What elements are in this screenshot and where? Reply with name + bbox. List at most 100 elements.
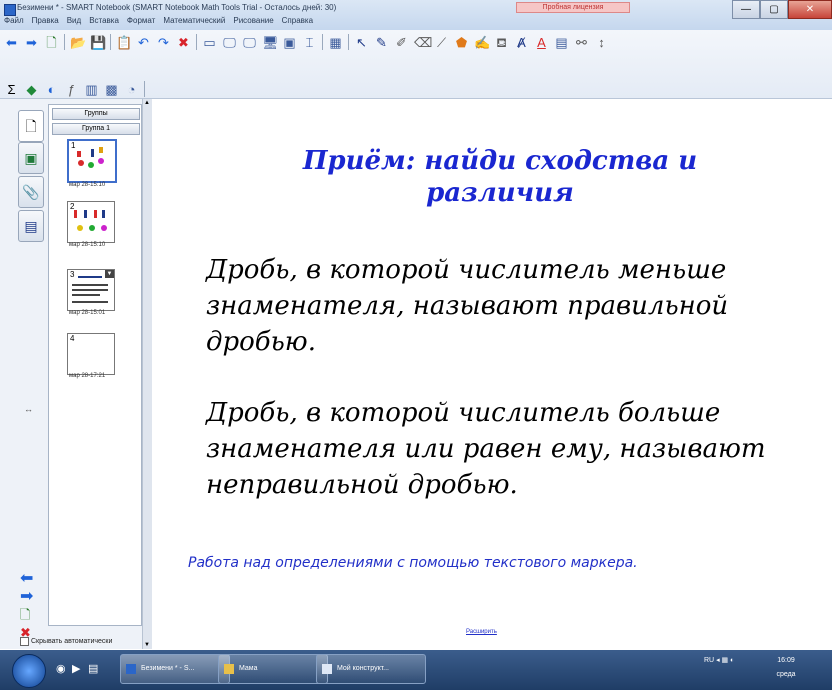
toolbar-separator	[322, 34, 323, 50]
magic-pen-icon[interactable]: ✍	[474, 35, 490, 50]
forward-arrow-icon[interactable]: ➡	[24, 35, 39, 50]
scroll-down-icon[interactable]: ▼	[144, 642, 150, 648]
menu-math[interactable]: Математический	[163, 16, 225, 28]
shapes-icon[interactable]: ⬟	[454, 35, 469, 50]
fill-icon[interactable]: ⛾	[494, 35, 509, 50]
back-arrow-icon[interactable]: ⬅	[4, 35, 19, 50]
creative-pen-icon[interactable]: ✐	[394, 35, 409, 50]
expand-link[interactable]: Расширить	[466, 629, 497, 635]
undo-icon[interactable]: ↶	[136, 35, 151, 50]
page-sorter-tab[interactable]: 🗋	[18, 110, 44, 142]
add-page-icon[interactable]: 🗋	[44, 35, 59, 50]
smart-notebook-icon	[126, 664, 136, 674]
eraser-icon[interactable]: ⌫	[414, 35, 432, 50]
language-indicator[interactable]: RU	[704, 657, 714, 664]
autohide-checkbox[interactable]: Скрывать автоматически	[20, 637, 112, 646]
trial-banner[interactable]: Пробная лицензия	[516, 2, 630, 13]
geometry-icon[interactable]: ◆	[24, 82, 39, 97]
start-button[interactable]	[12, 654, 46, 688]
volume-icon[interactable]: ◐	[730, 657, 734, 664]
browser-icon[interactable]: ◉	[56, 662, 66, 675]
checkbox[interactable]	[20, 637, 29, 646]
toolbar-row-2: Σ ◆ ◐ ƒ ▥ ▩ ◔	[4, 81, 145, 97]
sum-icon[interactable]: Σ	[4, 82, 19, 97]
screen-capture-icon[interactable]: ▣	[282, 35, 297, 50]
table-math-icon[interactable]: ▥	[84, 82, 99, 97]
maximize-button[interactable]: ▢	[760, 0, 788, 19]
properties-icon: ▤	[24, 218, 38, 234]
menu-bar: Файл Правка Вид Вставка Формат Математич…	[0, 16, 313, 28]
page-number: 1	[71, 141, 76, 150]
add-page-icon[interactable]: 🗋	[20, 606, 33, 624]
function-icon[interactable]: ƒ	[64, 82, 79, 97]
document-camera-icon[interactable]: ⌶	[302, 35, 317, 50]
slide-note[interactable]: Работа над определениями с помощью текст…	[188, 555, 788, 571]
taskbar-item-label: Безимени * - S...	[141, 665, 195, 672]
menu-file[interactable]: Файл	[4, 16, 24, 28]
scroll-up-icon[interactable]: ▲	[144, 100, 150, 106]
screen-shade-icon[interactable]: ▭	[202, 35, 217, 50]
toolbar-move-icon[interactable]: ↕	[594, 35, 609, 50]
sidebar-scrollbar[interactable]: ▲ ▼	[142, 99, 152, 649]
delete-icon[interactable]: ✖	[176, 35, 191, 50]
slide-heading[interactable]: Приём: найди сходства и различия	[268, 145, 732, 209]
menu-insert[interactable]: Вставка	[89, 16, 119, 28]
taskbar-item-document[interactable]: Мой конструкт...	[316, 654, 426, 684]
page-thumbnail-1[interactable]: 1	[67, 139, 117, 183]
pen-icon[interactable]: ✎	[374, 35, 389, 50]
page-number: 2	[70, 202, 75, 211]
page-thumbnail-3[interactable]: 3 ▼	[67, 269, 115, 311]
media-player-icon[interactable]: ▶	[72, 662, 80, 675]
line-icon[interactable]: ⟋	[434, 35, 449, 50]
page-thumbnail-2[interactable]: 2	[67, 201, 115, 243]
attachments-tab[interactable]: 📎	[18, 176, 44, 208]
window-title: Безимени * - SMART Notebook (SMART Noteb…	[17, 3, 337, 12]
gallery-tab[interactable]: ▣	[18, 142, 44, 174]
properties-tab[interactable]: ▤	[18, 210, 44, 242]
groups-button[interactable]: Группы	[52, 108, 140, 120]
title-bar: Безимени * - SMART Notebook (SMART Noteb…	[0, 0, 832, 30]
menu-draw[interactable]: Рисование	[233, 16, 273, 28]
close-button[interactable]: ✕	[788, 0, 832, 19]
taskbar-item-folder[interactable]: Мама	[218, 654, 328, 684]
swap-sides-icon[interactable]: ↔	[24, 404, 33, 414]
display-icon[interactable]: 🖥	[262, 35, 279, 50]
text-icon[interactable]: Ⱥ	[514, 35, 529, 50]
gallery-icon: ▣	[24, 150, 38, 166]
protractor-icon[interactable]: ◔	[124, 82, 139, 97]
taskbar-item-notebook[interactable]: Безимени * - S...	[120, 654, 230, 684]
menu-help[interactable]: Справка	[282, 16, 313, 28]
explorer-icon[interactable]: ▤	[88, 662, 98, 675]
clock[interactable]: 16:09 среда	[766, 654, 806, 682]
save-icon[interactable]: 💾	[90, 35, 106, 50]
toolbar-separator	[110, 34, 111, 50]
open-folder-icon[interactable]: 📂	[70, 35, 86, 50]
tray-arrow-icon[interactable]: ◂	[716, 657, 720, 664]
smart-notebook-icon	[4, 4, 16, 16]
group-label[interactable]: Группа 1	[52, 123, 140, 135]
menu-format[interactable]: Формат	[127, 16, 155, 28]
menu-view[interactable]: Вид	[67, 16, 81, 28]
text-color-icon[interactable]: A	[534, 35, 549, 50]
recognition-icon[interactable]: ⚯	[574, 35, 589, 50]
taskbar-item-label: Мама	[239, 665, 258, 672]
slide-paragraph-1[interactable]: Дробь, в которой числитель меньше знамен…	[206, 252, 796, 360]
next-page-icon[interactable]: ➡	[20, 588, 33, 606]
paste-icon[interactable]: 📋	[116, 35, 132, 50]
network-icon[interactable]: ▦	[722, 657, 729, 664]
graph-icon[interactable]: ▩	[104, 82, 119, 97]
full-screen-icon[interactable]: 🖵	[222, 35, 237, 50]
redo-icon[interactable]: ↷	[156, 35, 171, 50]
transparent-background-icon[interactable]: 🖵	[242, 35, 257, 50]
select-cursor-icon[interactable]: ↖	[354, 35, 369, 50]
page-thumbnail-4[interactable]: 4	[67, 333, 115, 375]
properties-icon[interactable]: ▤	[554, 35, 569, 50]
menu-edit[interactable]: Правка	[32, 16, 59, 28]
slide-paragraph-2[interactable]: Дробь, в которой числитель больше знамен…	[206, 395, 796, 503]
minimize-button[interactable]: —	[732, 0, 760, 19]
3d-shape-icon[interactable]: ◐	[44, 82, 59, 97]
table-icon[interactable]: ▦	[328, 35, 343, 50]
dropdown-arrow-icon[interactable]: ▼	[105, 270, 114, 278]
page-date: мар 28-15:10	[69, 182, 106, 188]
previous-page-icon[interactable]: ⬅	[20, 570, 33, 588]
